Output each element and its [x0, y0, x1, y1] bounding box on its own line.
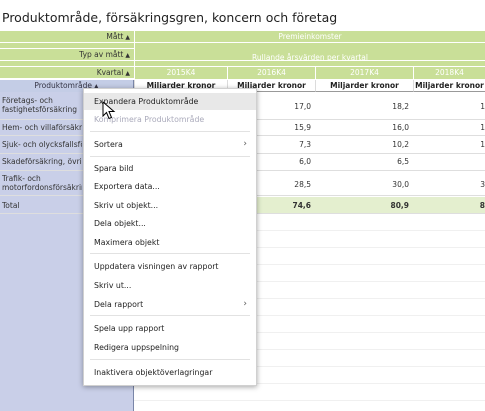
context-menu: Expandera Produktområde Komprimera Produ…	[83, 88, 257, 386]
quarter-2018k4[interactable]: 2018K4	[413, 67, 485, 79]
header-matt-label: Mått	[106, 32, 124, 41]
quarter-2017k4[interactable]: 2017K4	[315, 67, 413, 79]
value-cell: 1	[480, 102, 485, 111]
menu-sort-label: Sortera	[94, 140, 123, 149]
menu-maximize-object[interactable]: Maximera objekt	[84, 234, 256, 251]
menu-refresh-report[interactable]: Uppdatera visningen av rapport	[84, 258, 256, 275]
menu-edit-playback[interactable]: Redigera uppspelning	[84, 339, 256, 356]
header-kvartal-label: Kvartal	[96, 68, 124, 77]
value-cell: 10,2	[392, 140, 409, 149]
menu-print[interactable]: Skriv ut...	[84, 277, 256, 294]
mouse-pointer-icon	[102, 101, 116, 120]
total-cell: 8	[479, 201, 485, 210]
sort-up-icon: ▲	[125, 52, 130, 59]
unit-header: Miljarder kronor	[315, 80, 413, 92]
quarter-2015k4[interactable]: 2015K4	[134, 67, 227, 79]
row-label[interactable]: Skadeförsäkring, övrig	[2, 157, 82, 166]
header-spacer	[0, 61, 134, 67]
menu-export-data[interactable]: Exportera data...	[84, 178, 256, 195]
header-matt[interactable]: Mått ▲	[0, 31, 134, 43]
grid-line	[134, 400, 485, 401]
row-label[interactable]: Sjuk- och olycksfallsförsäkring	[2, 140, 82, 149]
menu-sort[interactable]: Sortera ›	[84, 136, 256, 153]
value-cell: 1	[480, 123, 485, 132]
total-cell: 80,9	[390, 201, 409, 210]
header-spacer	[0, 43, 134, 49]
unit-header: Miljarder kronor	[413, 80, 485, 92]
value-cell: 30,0	[392, 180, 409, 189]
menu-separator	[90, 253, 250, 254]
chevron-right-icon: ›	[243, 299, 247, 309]
menu-separator	[90, 359, 250, 360]
menu-share-report[interactable]: Dela rapport ›	[84, 296, 256, 313]
header-matt-value: Premieinkomster	[134, 31, 485, 43]
header-typ-value: Rullande årsvärden per kvartal	[134, 43, 485, 62]
menu-disable-overlays[interactable]: Inaktivera objektöverlagringar	[84, 364, 256, 381]
sort-up-icon: ▲	[125, 34, 130, 41]
header-typ[interactable]: Typ av mått ▲	[0, 49, 134, 61]
value-cell: 1	[480, 140, 485, 149]
quarter-2016k4[interactable]: 2016K4	[227, 67, 315, 79]
menu-separator	[90, 131, 250, 132]
menu-play-report[interactable]: Spela upp rapport	[84, 320, 256, 337]
menu-share-report-label: Dela rapport	[94, 300, 144, 309]
menu-share-object[interactable]: Dela objekt...	[84, 215, 256, 232]
header-kvartal[interactable]: Kvartal ▲	[0, 67, 134, 79]
page-title: Produktområde, försäkringsgren, koncern …	[2, 10, 338, 25]
menu-separator	[90, 315, 250, 316]
sort-up-icon: ▲	[125, 70, 130, 77]
value-cell: 16,0	[392, 123, 409, 132]
row-label[interactable]: Hem- och villaförsäkring	[2, 123, 82, 132]
value-cell: 3	[480, 180, 485, 189]
menu-print-object[interactable]: Skriv ut objekt...	[84, 197, 256, 214]
chevron-right-icon: ›	[243, 139, 247, 149]
row-label[interactable]: Företags- och fastighetsförsäkring	[2, 96, 80, 114]
value-cell: 6,5	[397, 157, 409, 166]
value-cell: 18,2	[392, 102, 409, 111]
row-label[interactable]: Trafik- och motorfordonsförsäkring	[2, 174, 82, 192]
menu-save-image[interactable]: Spara bild	[84, 160, 256, 177]
menu-separator	[90, 156, 250, 157]
header-typ-label: Typ av mått	[79, 50, 124, 59]
